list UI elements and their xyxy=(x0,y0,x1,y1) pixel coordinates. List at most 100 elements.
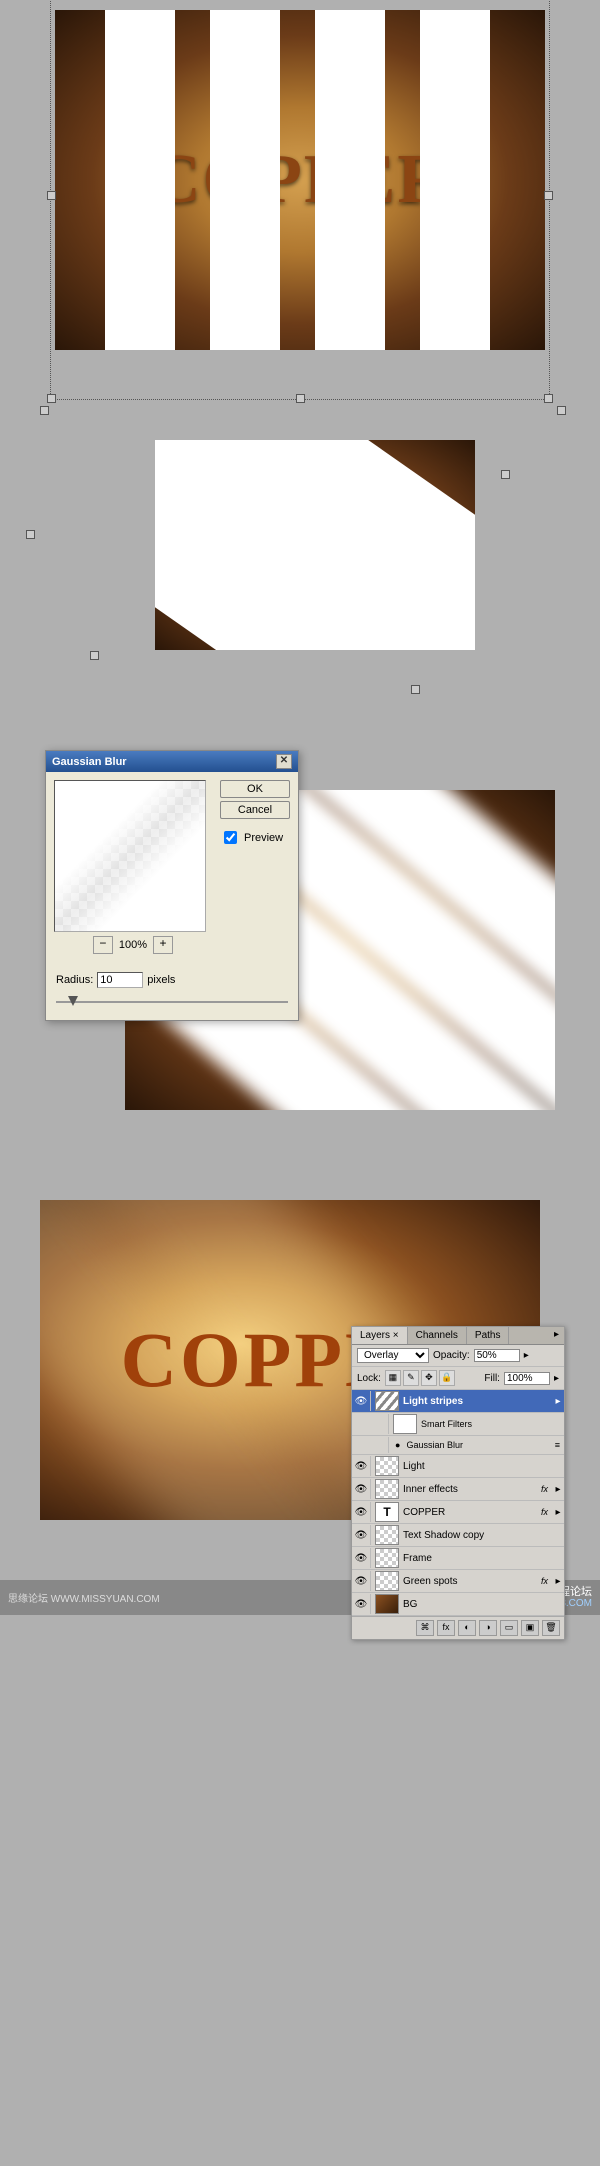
layer-row[interactable]: Smart Filters xyxy=(352,1413,564,1436)
visibility-eye-icon[interactable]: 👁 xyxy=(352,1571,371,1591)
transform-handle[interactable] xyxy=(544,394,553,403)
blend-mode-select[interactable]: Overlay xyxy=(357,1348,429,1363)
skew-handle[interactable] xyxy=(90,651,99,660)
layer-style-icon[interactable]: fx xyxy=(437,1620,455,1636)
opacity-field[interactable]: 50% xyxy=(474,1349,520,1362)
layer-mask-icon[interactable]: ◐ xyxy=(458,1620,476,1636)
layer-name: Smart Filters xyxy=(421,1419,564,1429)
zoom-in-button[interactable]: + xyxy=(153,936,173,954)
expand-arrow-icon[interactable]: ▸ xyxy=(552,1576,564,1587)
dialog-titlebar[interactable]: Gaussian Blur ✕ xyxy=(46,751,298,772)
step1-vertical-stripes: COPPER xyxy=(30,10,570,350)
opacity-label: Opacity: xyxy=(433,1350,470,1361)
layer-row[interactable]: 👁 Light stripes▸ xyxy=(352,1390,564,1413)
layer-name: Text Shadow copy xyxy=(403,1530,564,1541)
fill-label: Fill: xyxy=(484,1373,500,1384)
zoom-value: 100% xyxy=(119,939,147,951)
layer-thumb xyxy=(375,1594,399,1614)
zoom-out-button[interactable]: − xyxy=(93,936,113,954)
tab-channels[interactable]: Channels xyxy=(408,1327,467,1344)
layer-thumb xyxy=(375,1391,399,1411)
visibility-eye-icon[interactable] xyxy=(370,1437,389,1453)
layer-row[interactable]: 👁BG xyxy=(352,1593,564,1616)
chevron-down-icon[interactable]: ▸ xyxy=(554,1373,559,1384)
transform-handle[interactable] xyxy=(47,394,56,403)
blur-preview[interactable] xyxy=(54,780,206,932)
lock-all-icon[interactable]: 🔒 xyxy=(439,1370,455,1386)
tab-layers[interactable]: Layers × xyxy=(352,1327,408,1344)
step3-gaussian-blur: Gaussian Blur ✕ − 100% + OK Cancel xyxy=(45,750,555,1150)
white-stripe xyxy=(210,10,280,350)
expand-arrow-icon[interactable]: ▸ xyxy=(552,1507,564,1518)
transform-handle[interactable] xyxy=(296,394,305,403)
radius-input[interactable] xyxy=(97,972,143,988)
panel-menu-icon[interactable]: ▸ xyxy=(549,1327,564,1344)
cancel-button[interactable]: Cancel xyxy=(220,801,290,819)
layer-thumb xyxy=(375,1479,399,1499)
fx-indicator[interactable]: fx xyxy=(537,1484,552,1494)
transform-handle[interactable] xyxy=(47,191,56,200)
preview-checkbox[interactable] xyxy=(224,831,237,844)
expand-arrow-icon[interactable]: ▸ xyxy=(552,1484,564,1495)
step2-skewed-stripes: COPPER xyxy=(30,410,570,690)
visibility-eye-icon[interactable]: 👁 xyxy=(352,1594,371,1614)
new-layer-icon[interactable]: ▣ xyxy=(521,1620,539,1636)
skew-handle[interactable] xyxy=(40,406,49,415)
trash-icon[interactable]: 🗑 xyxy=(542,1620,560,1636)
layer-thumb xyxy=(375,1571,399,1591)
slider-thumb[interactable] xyxy=(68,996,78,1006)
panel-footer: ⌘ fx ◐ ◑ ▭ ▣ 🗑 xyxy=(352,1616,564,1639)
visibility-eye-icon[interactable]: 👁 xyxy=(352,1456,371,1476)
layer-thumb xyxy=(375,1548,399,1568)
text-layer-thumb: T xyxy=(375,1502,399,1522)
tab-paths[interactable]: Paths xyxy=(467,1327,510,1344)
panel-tabs: Layers × Channels Paths ▸ xyxy=(352,1327,564,1345)
lock-transparency-icon[interactable]: ▦ xyxy=(385,1370,401,1386)
visibility-eye-icon[interactable]: 👁 xyxy=(352,1548,371,1568)
filter-dot-icon: ● xyxy=(395,1440,400,1450)
ok-button[interactable]: OK xyxy=(220,780,290,798)
transform-handle[interactable] xyxy=(544,191,553,200)
visibility-eye-icon[interactable]: 👁 xyxy=(352,1391,371,1411)
visibility-eye-icon[interactable]: 👁 xyxy=(352,1502,371,1522)
skew-handle[interactable] xyxy=(557,406,566,415)
copper-text: COPPER xyxy=(150,140,450,220)
radius-slider[interactable] xyxy=(56,994,288,1010)
gaussian-blur-dialog: Gaussian Blur ✕ − 100% + OK Cancel xyxy=(45,750,299,1021)
skew-handle[interactable] xyxy=(411,685,420,694)
white-stripe xyxy=(105,10,175,350)
watermark-left: 思缘论坛 WWW.MISSYUAN.COM xyxy=(8,1590,160,1605)
layer-thumb xyxy=(375,1456,399,1476)
layer-row[interactable]: 👁 Text Shadow copy xyxy=(352,1524,564,1547)
fx-indicator[interactable]: fx xyxy=(537,1576,552,1586)
adjustment-layer-icon[interactable]: ◑ xyxy=(479,1620,497,1636)
layer-row[interactable]: 👁Inner effectsfx▸ xyxy=(352,1478,564,1501)
step4-final-result: COPPER Layers × Channels Paths ▸ Overlay… xyxy=(40,1200,560,1570)
layers-panel: Layers × Channels Paths ▸ Overlay Opacit… xyxy=(351,1326,565,1640)
dialog-title-text: Gaussian Blur xyxy=(52,756,127,768)
chevron-down-icon[interactable]: ▸ xyxy=(524,1350,529,1361)
visibility-eye-icon[interactable] xyxy=(370,1414,389,1434)
link-layers-icon[interactable]: ⌘ xyxy=(416,1620,434,1636)
layer-row[interactable]: 👁Green spotsfx▸ xyxy=(352,1570,564,1593)
fx-indicator[interactable]: fx xyxy=(537,1507,552,1517)
canvas-step2: COPPER xyxy=(155,440,475,650)
expand-arrow-icon[interactable]: ▸ xyxy=(552,1396,564,1407)
lock-pixels-icon[interactable]: ✎ xyxy=(403,1370,419,1386)
layer-row[interactable]: 👁Frame xyxy=(352,1547,564,1570)
layer-name: Light stripes xyxy=(403,1396,552,1407)
layer-group-icon[interactable]: ▭ xyxy=(500,1620,518,1636)
layer-row[interactable]: 👁Light xyxy=(352,1455,564,1478)
skew-handle[interactable] xyxy=(501,470,510,479)
fx-indicator[interactable]: ≡ xyxy=(551,1440,564,1450)
visibility-eye-icon[interactable]: 👁 xyxy=(352,1479,371,1499)
lock-position-icon[interactable]: ✥ xyxy=(421,1370,437,1386)
visibility-eye-icon[interactable]: 👁 xyxy=(352,1525,371,1545)
layer-row[interactable]: ●Gaussian Blur≡ xyxy=(352,1436,564,1455)
skew-handle[interactable] xyxy=(26,530,35,539)
layer-row[interactable]: 👁TCOPPERfx▸ xyxy=(352,1501,564,1524)
radius-unit: pixels xyxy=(147,974,175,986)
preview-checkbox-row[interactable]: Preview xyxy=(220,828,290,847)
fill-field[interactable]: 100% xyxy=(504,1372,550,1385)
close-icon[interactable]: ✕ xyxy=(276,754,292,769)
